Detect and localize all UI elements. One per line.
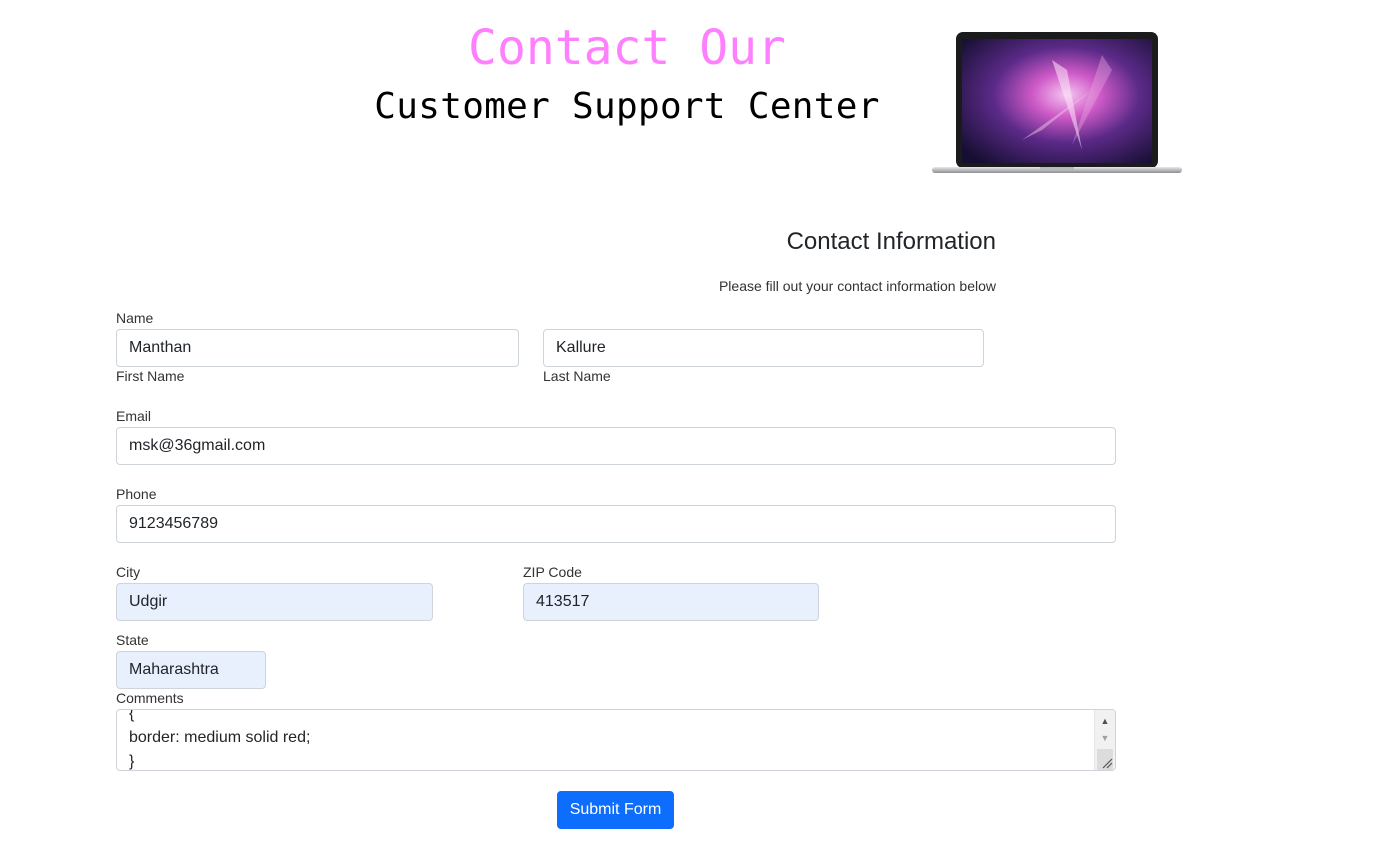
phone-label: Phone [116, 486, 157, 502]
scroll-down-icon[interactable]: ▼ [1095, 729, 1115, 747]
last-name-input[interactable] [543, 329, 984, 367]
name-label: Name [116, 310, 154, 326]
state-input[interactable] [116, 651, 266, 689]
comments-textarea[interactable]: { border: medium solid red; } ▲ ▼ [116, 709, 1116, 771]
email-label: Email [116, 408, 152, 424]
submit-form-button[interactable]: Submit Form [557, 791, 674, 829]
form-subheading: Please fill out your contact information… [718, 278, 996, 294]
last-name-caption: Last Name [543, 368, 611, 384]
laptop-image [932, 32, 1182, 173]
first-name-input[interactable] [116, 329, 519, 367]
zip-label: ZIP Code [523, 564, 582, 580]
comments-label: Comments [116, 690, 184, 706]
comments-text: { border: medium solid red; } [129, 709, 311, 770]
zip-input[interactable] [523, 583, 819, 621]
first-name-caption: First Name [116, 368, 185, 384]
state-label: State [116, 632, 149, 648]
phone-input[interactable] [116, 505, 1116, 543]
scroll-up-icon[interactable]: ▲ [1095, 712, 1115, 730]
city-label: City [116, 564, 141, 580]
email-input[interactable] [116, 427, 1116, 465]
city-input[interactable] [116, 583, 433, 621]
resize-grip-icon[interactable] [1101, 757, 1113, 769]
form-heading: Contact Information [786, 228, 996, 255]
